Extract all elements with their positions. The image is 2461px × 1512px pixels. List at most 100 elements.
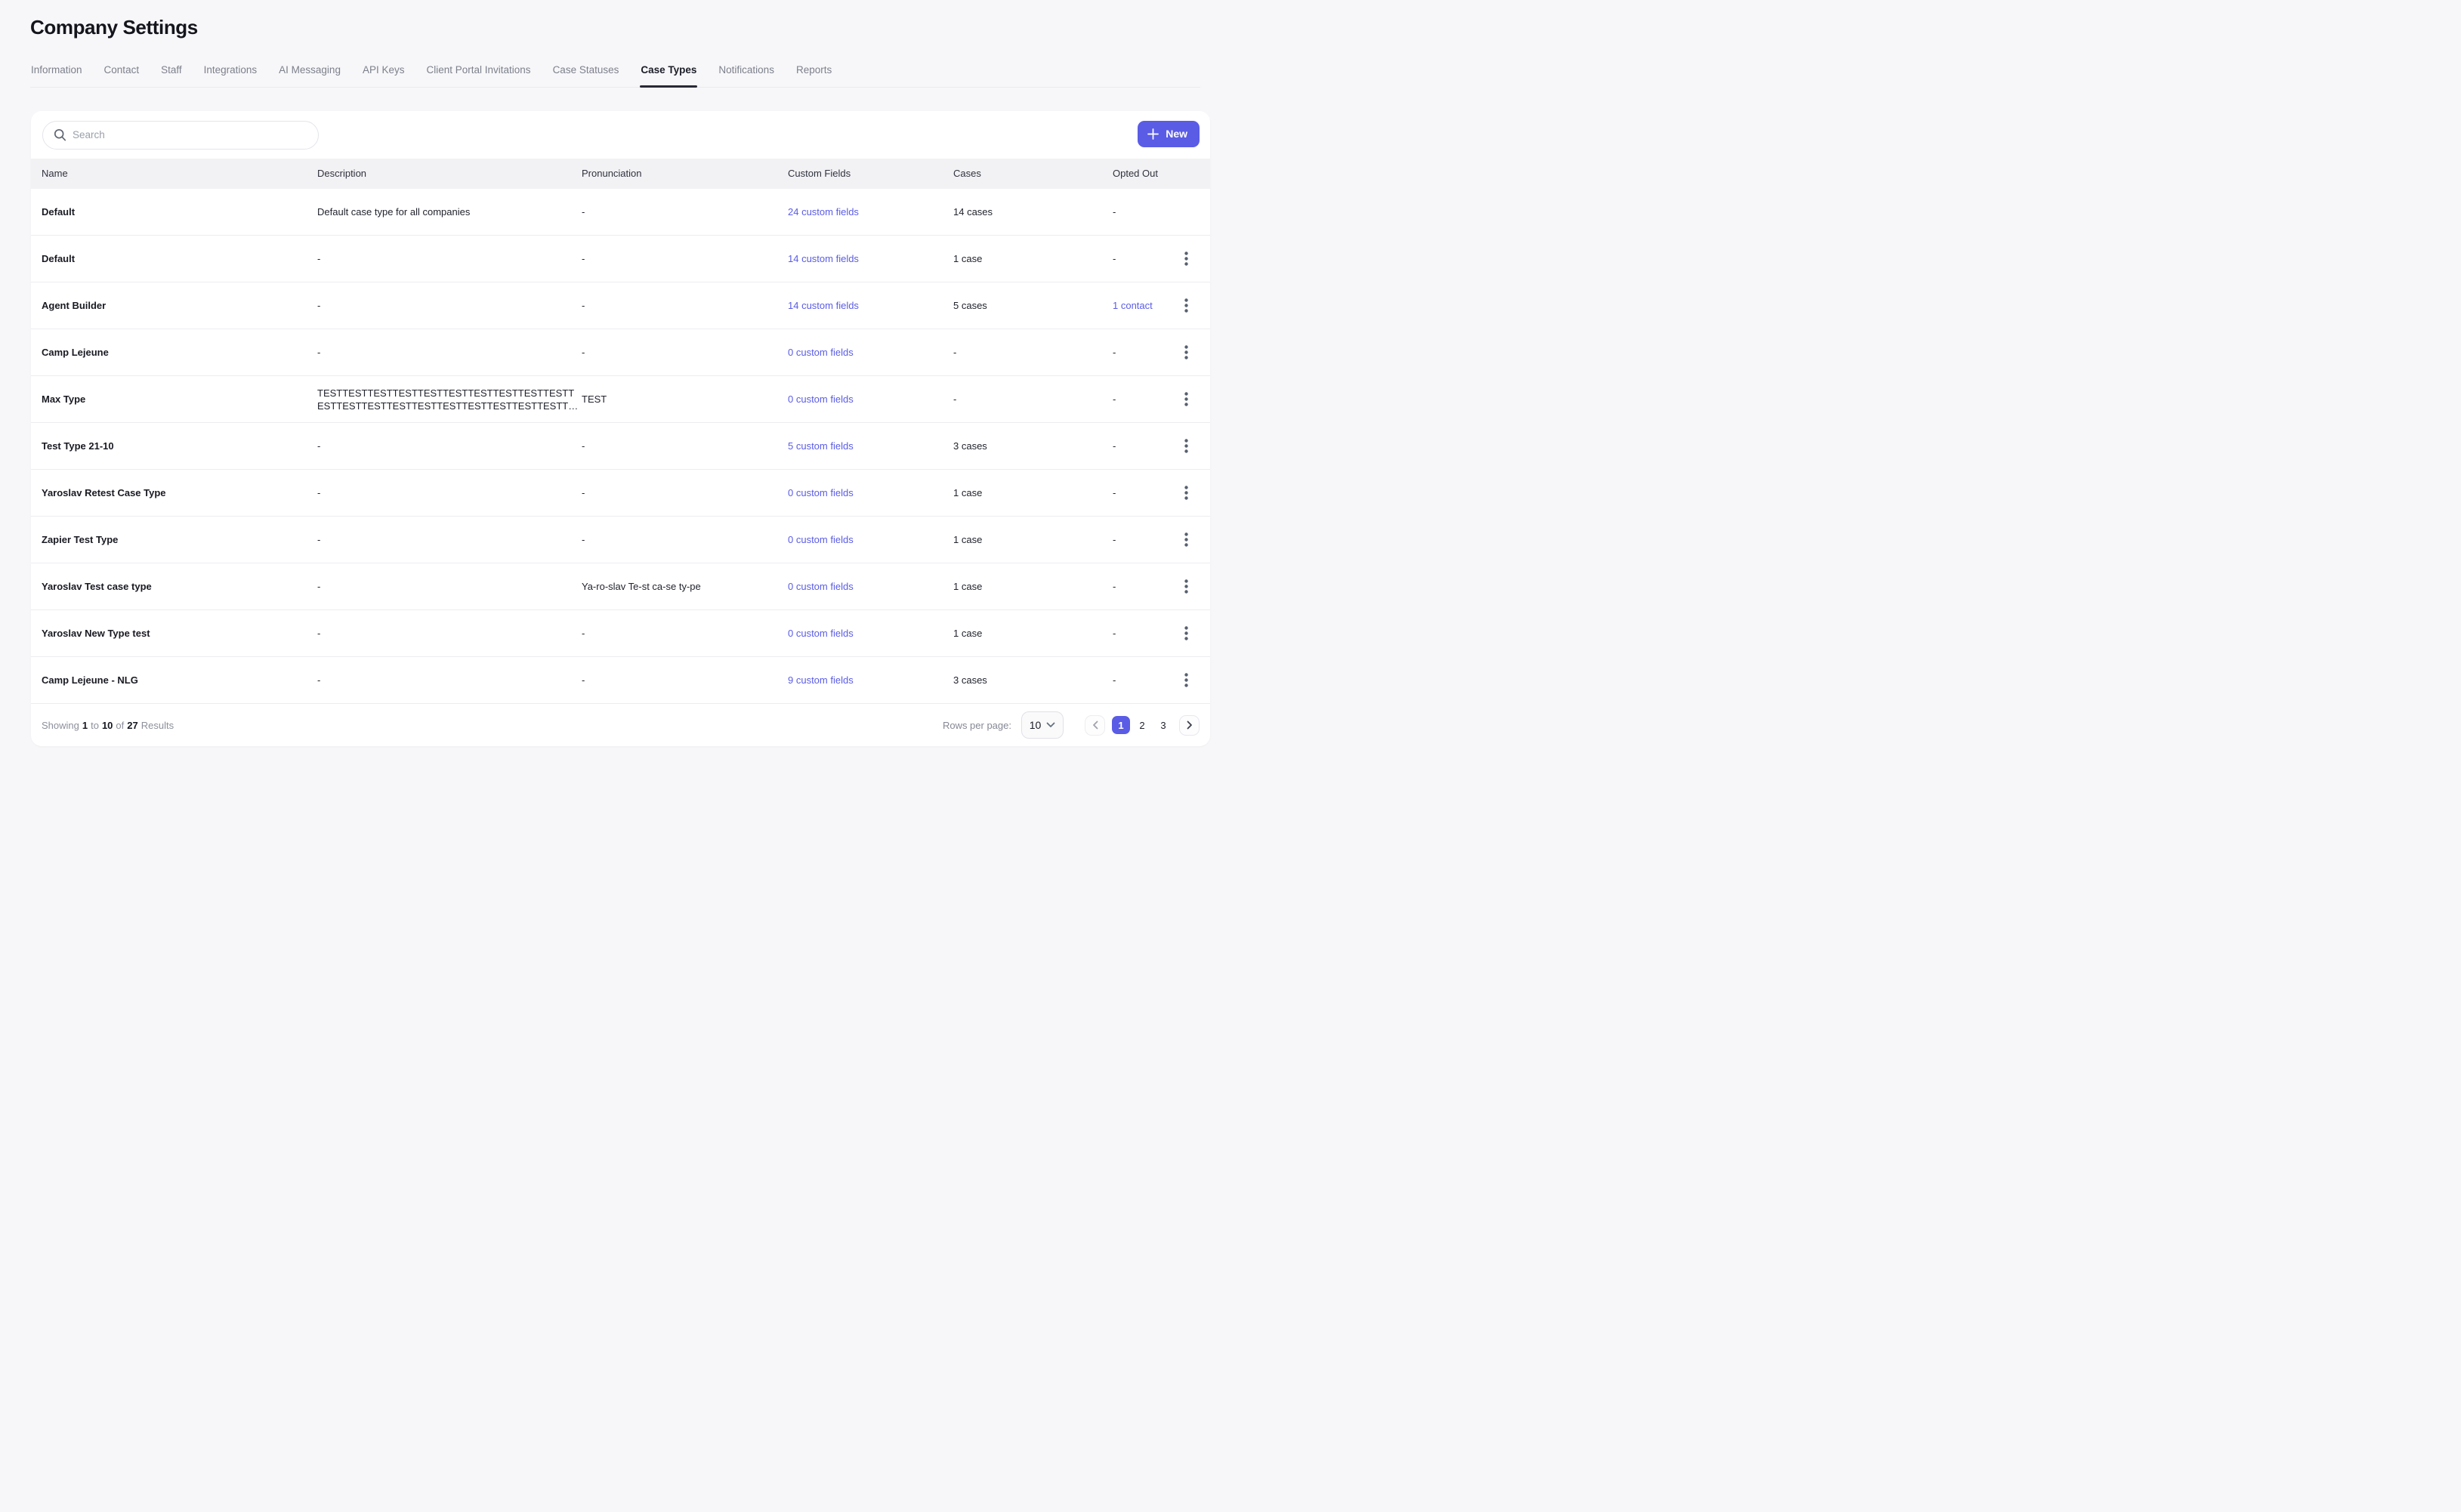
table-row: Yaroslav Test case type-Ya-ro-slav Te-st… xyxy=(31,563,1210,610)
cell-cases: 3 cases xyxy=(943,423,1102,470)
cell-custom-fields: 0 custom fields xyxy=(777,470,943,517)
table-row: DefaultDefault case type for all compani… xyxy=(31,189,1210,236)
tab-information[interactable]: Information xyxy=(30,64,83,87)
new-button-label: New xyxy=(1166,128,1187,140)
cell-pronunciation: - xyxy=(571,610,777,657)
showing-results-word: Results xyxy=(141,720,174,731)
kebab-icon xyxy=(1184,298,1188,313)
custom-fields-link[interactable]: 14 custom fields xyxy=(788,253,859,264)
showing-total: 27 xyxy=(127,720,137,731)
results-summary: Showing 1 to 10 of 27 Results xyxy=(42,720,174,731)
cell-opted-out: - xyxy=(1102,189,1177,236)
cell-opted-out: - xyxy=(1102,376,1177,423)
row-menu-button[interactable] xyxy=(1177,529,1195,551)
table-row: Max TypeTESTTESTTESTTESTTESTTESTTESTTEST… xyxy=(31,376,1210,423)
rows-per-page-select[interactable]: 10 xyxy=(1021,711,1064,739)
page-button-2[interactable]: 2 xyxy=(1133,716,1151,734)
cell-pronunciation: - xyxy=(571,470,777,517)
cell-name: Zapier Test Type xyxy=(31,517,307,563)
custom-fields-link[interactable]: 0 custom fields xyxy=(788,393,854,405)
row-menu-button[interactable] xyxy=(1177,342,1195,363)
tab-case-statuses[interactable]: Case Statuses xyxy=(552,64,620,87)
tab-reports[interactable]: Reports xyxy=(795,64,832,87)
row-menu-button[interactable] xyxy=(1177,623,1195,644)
cell-actions xyxy=(1177,189,1210,236)
custom-fields-link[interactable]: 0 custom fields xyxy=(788,534,854,545)
cell-description: Default case type for all companies xyxy=(307,189,571,236)
row-menu-button[interactable] xyxy=(1177,670,1195,691)
rows-per-page-label: Rows per page: xyxy=(943,720,1011,731)
kebab-icon xyxy=(1184,345,1188,359)
showing-from: 1 xyxy=(82,720,88,731)
row-menu-button[interactable] xyxy=(1177,295,1195,316)
row-menu-button[interactable] xyxy=(1177,389,1195,410)
kebab-icon xyxy=(1184,439,1188,453)
cell-actions xyxy=(1177,657,1210,704)
cell-custom-fields: 0 custom fields xyxy=(777,329,943,376)
table-row: Test Type 21-10--5 custom fields3 cases- xyxy=(31,423,1210,470)
new-button[interactable]: New xyxy=(1138,121,1200,147)
tab-notifications[interactable]: Notifications xyxy=(718,64,775,87)
cell-name: Default xyxy=(31,236,307,282)
custom-fields-link[interactable]: 14 custom fields xyxy=(788,300,859,311)
custom-fields-link[interactable]: 0 custom fields xyxy=(788,347,854,358)
custom-fields-link[interactable]: 0 custom fields xyxy=(788,581,854,592)
opted-out-link[interactable]: 1 contact xyxy=(1113,300,1153,311)
cell-name: Default xyxy=(31,189,307,236)
kebab-icon xyxy=(1184,673,1188,687)
cell-opted-out: - xyxy=(1102,610,1177,657)
cell-actions xyxy=(1177,610,1210,657)
kebab-icon xyxy=(1184,392,1188,406)
table-row: Camp Lejeune--0 custom fields-- xyxy=(31,329,1210,376)
table-header: NameDescriptionPronunciationCustom Field… xyxy=(31,159,1210,189)
cell-opted-out: - xyxy=(1102,236,1177,282)
tab-case-types[interactable]: Case Types xyxy=(640,64,697,87)
page-button-1[interactable]: 1 xyxy=(1112,716,1130,734)
tab-contact[interactable]: Contact xyxy=(103,64,140,87)
plus-icon xyxy=(1147,128,1159,140)
cell-actions xyxy=(1177,470,1210,517)
table-footer: Showing 1 to 10 of 27 Results Rows per p… xyxy=(31,704,1210,746)
cell-pronunciation: Ya-ro-slav Te-st ca-se ty-pe xyxy=(571,563,777,610)
previous-page-button[interactable] xyxy=(1085,715,1105,736)
cell-actions xyxy=(1177,563,1210,610)
cell-name: Agent Builder xyxy=(31,282,307,329)
custom-fields-link[interactable]: 5 custom fields xyxy=(788,440,854,452)
custom-fields-link[interactable]: 0 custom fields xyxy=(788,628,854,639)
cell-cases: 14 cases xyxy=(943,189,1102,236)
page-button-3[interactable]: 3 xyxy=(1154,716,1172,734)
row-menu-button[interactable] xyxy=(1177,576,1195,597)
row-menu-button[interactable] xyxy=(1177,483,1195,504)
cell-name: Yaroslav Test case type xyxy=(31,563,307,610)
row-menu-button[interactable] xyxy=(1177,436,1195,457)
cell-opted-out: - xyxy=(1102,423,1177,470)
kebab-icon xyxy=(1184,579,1188,594)
cell-opted-out: - xyxy=(1102,517,1177,563)
cell-description: - xyxy=(307,329,571,376)
cell-cases: 1 case xyxy=(943,610,1102,657)
cell-custom-fields: 14 custom fields xyxy=(777,282,943,329)
column-header-description: Description xyxy=(307,159,571,189)
cell-pronunciation: - xyxy=(571,282,777,329)
tab-client-portal-invitations[interactable]: Client Portal Invitations xyxy=(425,64,531,87)
tab-staff[interactable]: Staff xyxy=(160,64,183,87)
cell-name: Yaroslav New Type test xyxy=(31,610,307,657)
row-menu-button[interactable] xyxy=(1177,248,1195,270)
kebab-icon xyxy=(1184,532,1188,547)
custom-fields-link[interactable]: 0 custom fields xyxy=(788,487,854,498)
page-number-buttons: 123 xyxy=(1112,716,1172,734)
cell-actions xyxy=(1177,376,1210,423)
case-types-card: New NameDescriptionPronunciationCustom F… xyxy=(31,111,1210,746)
table-row: Camp Lejeune - NLG--9 custom fields3 cas… xyxy=(31,657,1210,704)
custom-fields-link[interactable]: 9 custom fields xyxy=(788,674,854,686)
search-input[interactable] xyxy=(73,129,309,140)
next-page-button[interactable] xyxy=(1179,715,1200,736)
custom-fields-link[interactable]: 24 custom fields xyxy=(788,206,859,218)
case-types-table: NameDescriptionPronunciationCustom Field… xyxy=(31,159,1210,705)
tab-ai-messaging[interactable]: AI Messaging xyxy=(278,64,341,87)
cell-name: Camp Lejeune - NLG xyxy=(31,657,307,704)
tab-api-keys[interactable]: API Keys xyxy=(362,64,406,87)
tab-integrations[interactable]: Integrations xyxy=(203,64,258,87)
cell-description: - xyxy=(307,657,571,704)
page-title: Company Settings xyxy=(30,17,1230,39)
